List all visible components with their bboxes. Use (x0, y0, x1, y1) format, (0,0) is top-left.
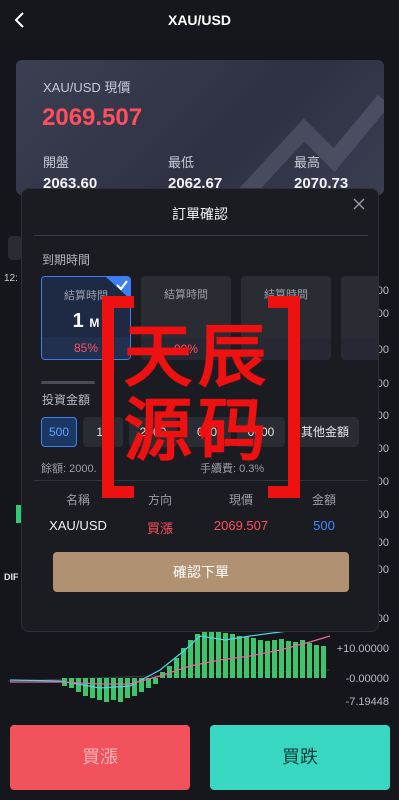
buy-down-button[interactable]: 買跌 (210, 725, 390, 790)
expiry-option[interactable]: 結 (341, 276, 378, 360)
close-icon[interactable] (352, 197, 366, 211)
amount-option-500[interactable]: 500 (41, 417, 77, 447)
expiry-label: 到期時間 (42, 253, 91, 267)
price-summary-card: XAU/USD 現價 2069.507 開盤 2063.60 最低 2062.6… (16, 60, 384, 195)
buy-up-button[interactable]: 買漲 (10, 725, 190, 790)
expiry-option[interactable]: 結算時間 (241, 276, 331, 360)
expiry-option-title: 結 (341, 286, 378, 302)
summary-header-price: 現價 (228, 493, 253, 507)
scroll-indicator (41, 381, 95, 384)
symbol-price-label: XAU/USD 現價 (43, 80, 131, 95)
expiry-option-1m[interactable]: 結算時間 1 M 85% (41, 276, 131, 360)
summary-header-name: 名稱 (65, 493, 90, 507)
top-navbar: XAU/USD (0, 0, 399, 40)
expiry-option-duration: 1 M (72, 310, 100, 332)
expiry-option-rate (341, 338, 378, 360)
summary-value-direction: 買漲 (146, 521, 173, 536)
confirm-order-button[interactable]: 確認下單 (53, 552, 349, 592)
page-title: XAU/USD (167, 12, 231, 28)
expiry-option[interactable]: 結算時間 90% (141, 276, 231, 360)
high-label: 最高 (294, 155, 321, 170)
high-stat: 最高 2070.73 (294, 152, 348, 192)
other-amount-button[interactable]: 其他金額 (291, 417, 359, 447)
divider (34, 480, 368, 481)
summary-value-price: 2069.507 (213, 518, 269, 533)
expiry-option-title: 結算時間 (164, 289, 208, 301)
summary-header-amount: 金額 (311, 493, 336, 507)
selected-check-icon (106, 277, 130, 299)
current-price: 2069.507 (42, 104, 143, 131)
amount-option[interactable]: 0000 (237, 417, 285, 447)
expiry-option-rate: 85% (42, 337, 130, 359)
low-label: 最低 (168, 155, 195, 170)
amount-option[interactable]: 10 (83, 417, 123, 447)
amount-label: 投資金額 (42, 393, 91, 407)
expiry-option-rate: 90% (141, 338, 231, 360)
modal-title: 訂單確認 (172, 206, 228, 222)
summary-value-amount: 500 (313, 518, 335, 533)
fee-text: 手續費: 0.3% (200, 463, 265, 475)
open-stat: 開盤 2063.60 (43, 152, 97, 192)
summary-value-name: XAU/USD (49, 518, 107, 533)
expiry-option-title: 結算時間 (264, 289, 308, 301)
order-confirm-modal: 訂單確認 到期時間 結算時間 1 M 85% 結算時間 90% 結算時間 結 投… (21, 188, 379, 632)
back-arrow-icon[interactable] (8, 8, 32, 32)
open-label: 開盤 (43, 155, 70, 170)
amount-option[interactable]: 2000 (129, 417, 177, 447)
low-stat: 最低 2062.67 (168, 152, 222, 192)
amount-option[interactable]: 000 (183, 417, 231, 447)
summary-header-direction: 方向 (147, 493, 172, 507)
balance-text: 餘額: 2000. (41, 463, 97, 475)
divider (34, 235, 368, 236)
expiry-option-rate (241, 338, 331, 360)
